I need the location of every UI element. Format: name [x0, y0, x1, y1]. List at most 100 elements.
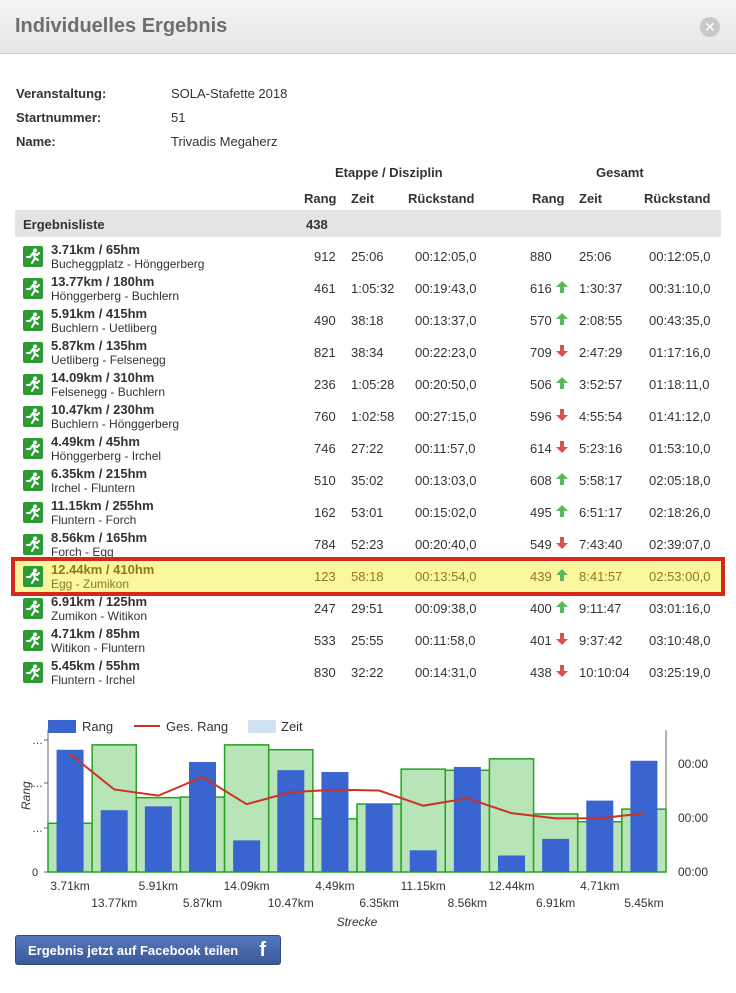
- rang-bar: [56, 749, 84, 872]
- gesamt-rueckstand: 01:17:16,0: [649, 345, 711, 360]
- gesamt-rang: 616: [530, 281, 552, 296]
- legend-label-zeit: Zeit: [281, 719, 303, 734]
- x-tick-label: 5.91km: [139, 879, 178, 893]
- etappe-rueckstand: 00:15:02,0: [415, 505, 477, 520]
- gesamt-rueckstand: 01:41:12,0: [649, 409, 711, 424]
- segment-route: Fluntern - Forch: [51, 513, 137, 527]
- gesamt-rang: 549: [530, 537, 552, 552]
- arrow-up-icon: [556, 313, 568, 325]
- gesamt-zeit: 4:55:54: [579, 409, 623, 424]
- rang-bar: [189, 761, 216, 872]
- runner-icon: [23, 278, 43, 299]
- legend-label-rang: Rang: [82, 719, 113, 734]
- y-right-tick-label: 00:00: [678, 811, 708, 825]
- arrow-down-icon: [556, 441, 568, 453]
- runner-icon: [23, 598, 43, 619]
- etappe-rueckstand: 00:11:58,0: [415, 633, 476, 648]
- etappe-zeit: 1:02:58: [351, 409, 395, 424]
- close-icon[interactable]: ✕: [700, 17, 720, 37]
- segment-title: 14.09km / 310hm: [51, 370, 155, 385]
- gesamt-rueckstand: 02:18:26,0: [649, 505, 711, 520]
- x-tick-label: 5.45km: [624, 896, 663, 910]
- segment-title: 6.91km / 125hm: [51, 594, 148, 609]
- table-row: 12.44km / 410hm Egg - Zumikon 123 58:18 00:1…: [15, 560, 721, 592]
- legend-swatch-zeit: [248, 720, 276, 733]
- etappe-rueckstand: 00:13:37,0: [415, 313, 477, 328]
- segment-route: Fluntern - Irchel: [51, 673, 136, 687]
- table-row: 5.91km / 415hm Buchlern - Uetliberg 490 38:…: [15, 304, 721, 336]
- segment-title: 11.15km / 255hm: [51, 498, 154, 513]
- segment-route: Felsenegg - Buchlern: [51, 385, 166, 399]
- y-left-tick-label: 0: [32, 867, 38, 879]
- gesamt-rueckstand: 03:01:16,0: [649, 601, 711, 616]
- etappe-rang: 533: [314, 633, 336, 648]
- x-tick-label: 10.47km: [268, 896, 314, 910]
- segment-title: 13.77km / 180hm: [51, 274, 155, 289]
- runner-icon: [23, 438, 43, 459]
- x-tick-label: 4.71km: [580, 879, 619, 893]
- x-tick-label: 5.87km: [183, 896, 222, 910]
- etappe-zeit: 58:18: [351, 569, 384, 584]
- etappe-zeit: 38:34: [351, 345, 384, 360]
- arrow-up-icon: [556, 281, 568, 293]
- gesamt-rueckstand: 02:53:00,0: [649, 569, 711, 584]
- facebook-share-button[interactable]: Ergebnis jetzt auf Facebook teilen f: [15, 935, 281, 965]
- arrow-down-icon: [556, 665, 568, 677]
- gesamt-zeit: 8:41:57: [579, 569, 623, 584]
- table-row: 4.49km / 45hm Hönggerberg - Irchel 746 27:2…: [15, 432, 721, 464]
- gesamt-rueckstand: 01:53:10,0: [649, 441, 711, 456]
- segment-route: Hönggerberg - Irchel: [51, 449, 162, 463]
- etappe-zeit: 35:02: [351, 473, 384, 488]
- etappe-rang: 123: [314, 569, 336, 584]
- x-tick-label: 6.91km: [536, 896, 575, 910]
- header-gesamt-zeit: Zeit: [579, 191, 603, 206]
- startnr-label: Startnummer:: [16, 110, 102, 125]
- segment-route: Witikon - Fluntern: [51, 641, 146, 655]
- legend-label-gesrang: Ges. Rang: [166, 719, 228, 734]
- table-row: 13.77km / 180hm Hönggerberg - Buchlern 461…: [15, 272, 721, 304]
- x-tick-label: 12.44km: [488, 879, 534, 893]
- gesamt-zeit: 9:11:47: [579, 601, 622, 616]
- rang-bar: [233, 840, 261, 872]
- etappe-zeit: 29:51: [351, 601, 384, 616]
- etappe-rang: 236: [314, 377, 336, 392]
- etappe-zeit: 1:05:28: [351, 377, 395, 392]
- gesamt-rueckstand: 01:18:11,0: [649, 377, 710, 392]
- gesamt-rueckstand: 00:31:10,0: [649, 281, 711, 296]
- header-gesamt-rang: Rang: [532, 191, 565, 206]
- segment-route: Bucheggplatz - Hönggerberg: [51, 257, 205, 271]
- etappe-zeit: 25:06: [351, 249, 384, 264]
- gesamt-rang: 570: [530, 313, 552, 328]
- segment-title: 5.91km / 415hm: [51, 306, 148, 321]
- segment-title: 8.56km / 165hm: [51, 530, 148, 545]
- rang-bar: [321, 772, 349, 872]
- gesamt-rueckstand: 02:05:18,0: [649, 473, 711, 488]
- header-gesamt-rueckstand: Rückstand: [644, 191, 711, 206]
- segment-route: Buchlern - Hönggerberg: [51, 417, 180, 431]
- segment-title: 6.35km / 215hm: [51, 466, 148, 481]
- arrow-down-icon: [556, 345, 568, 357]
- runner-icon: [23, 566, 43, 587]
- gesamt-rang: 709: [530, 345, 552, 360]
- runner-icon: [23, 470, 43, 491]
- etappe-rueckstand: 00:22:23,0: [415, 345, 477, 360]
- gesamt-rang: 596: [530, 409, 552, 424]
- arrow-up-icon: [556, 569, 568, 581]
- table-row: 3.71km / 65hm Bucheggplatz - Hönggerberg 9…: [15, 240, 721, 272]
- etappe-rang: 162: [314, 505, 336, 520]
- segment-title: 5.87km / 135hm: [51, 338, 148, 353]
- segment-title: 4.49km / 45hm: [51, 434, 140, 449]
- gesamt-zeit: 9:37:42: [579, 633, 623, 648]
- rang-bar: [100, 810, 128, 872]
- name-value: Trivadis Megaherz: [171, 134, 278, 149]
- segment-title: 5.45km / 55hm: [51, 658, 140, 673]
- y-left-tick-label: …: [32, 735, 43, 747]
- etappe-zeit: 52:23: [351, 537, 384, 552]
- x-tick-label: 11.15km: [401, 879, 446, 893]
- etappe-rang: 247: [314, 601, 336, 616]
- gesamt-rueckstand: 02:39:07,0: [649, 537, 711, 552]
- x-tick-label: 3.71km: [50, 879, 89, 893]
- gesamt-zeit: 3:52:57: [579, 377, 623, 392]
- segment-route: Hönggerberg - Buchlern: [51, 289, 180, 303]
- segment-route: Buchlern - Uetliberg: [51, 321, 158, 335]
